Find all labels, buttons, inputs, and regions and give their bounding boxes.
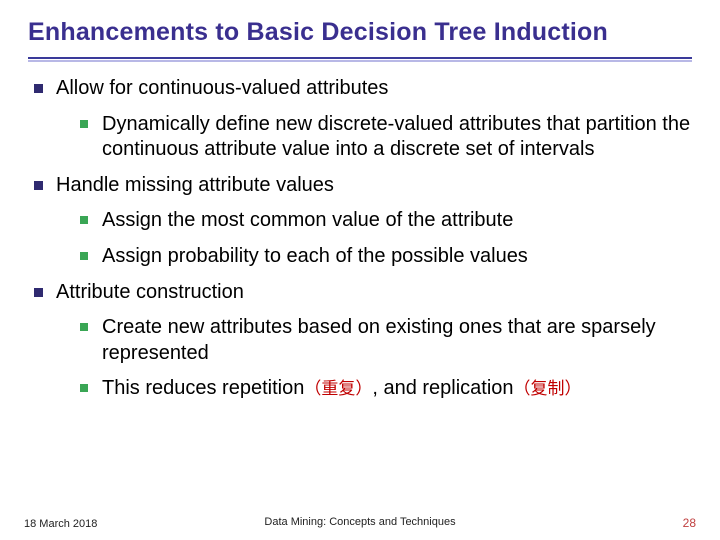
bullet-text: Allow for continuous-valued attributes	[56, 77, 388, 99]
bullet-text: Attribute construction	[56, 281, 244, 303]
chinese-annotation: （复制）	[514, 379, 582, 398]
footer-page-number: 28	[683, 516, 696, 530]
title-underline	[28, 57, 692, 62]
slide-footer: 18 March 2018 Data Mining: Concepts and …	[0, 516, 720, 530]
bullet-text: Dynamically define new discrete-valued a…	[102, 113, 690, 161]
sub-bullet-item: Create new attributes based on existing …	[80, 315, 692, 366]
slide-title: Enhancements to Basic Decision Tree Indu…	[28, 18, 692, 47]
sub-bullet-item: Assign probability to each of the possib…	[80, 244, 692, 270]
sub-bullet-item: This reduces repetition（重复）, and replica…	[80, 376, 692, 402]
bullet-text: Create new attributes based on existing …	[102, 316, 656, 364]
footer-date: 18 March 2018	[24, 518, 97, 530]
bullet-text: This reduces repetition	[102, 377, 304, 399]
bullet-text: Assign the most common value of the attr…	[102, 209, 513, 231]
bullet-text: Assign probability to each of the possib…	[102, 245, 528, 267]
bullet-text: Handle missing attribute values	[56, 174, 334, 196]
bullet-item: Allow for continuous-valued attributes D…	[34, 76, 692, 163]
sub-bullet-item: Assign the most common value of the attr…	[80, 208, 692, 234]
bullet-text: , and replication	[372, 377, 513, 399]
chinese-annotation: （重复）	[304, 379, 372, 398]
bullet-item: Attribute construction Create new attrib…	[34, 280, 692, 402]
bullet-item: Handle missing attribute values Assign t…	[34, 173, 692, 270]
footer-title: Data Mining: Concepts and Techniques	[264, 516, 455, 528]
slide: Enhancements to Basic Decision Tree Indu…	[0, 0, 720, 540]
sub-bullet-item: Dynamically define new discrete-valued a…	[80, 112, 692, 163]
bullet-list: Allow for continuous-valued attributes D…	[28, 76, 692, 402]
